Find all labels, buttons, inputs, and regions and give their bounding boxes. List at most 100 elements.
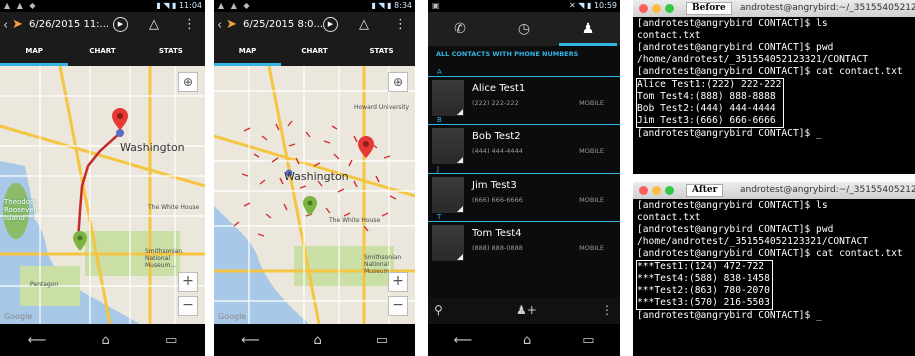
- contact-phone-type: MOBILE: [579, 196, 604, 204]
- status-right: ▮ ◥ ▮ 8:34: [371, 1, 412, 10]
- google-logo: Google: [4, 312, 33, 321]
- more-options-icon[interactable]: ⋮: [601, 303, 613, 317]
- status-time: 8:34: [394, 1, 412, 10]
- contact-row[interactable]: Tom Test4 (888) 888-0888 MOBILE: [428, 222, 620, 264]
- contact-row[interactable]: Bob Test2 (444) 444-4444 MOBILE: [428, 125, 620, 167]
- system-navbar: ⟵ ⌂ ▭: [428, 324, 620, 356]
- tab-phone[interactable]: ✆: [428, 12, 492, 46]
- map-view[interactable]: Washington Theodore Roosevelt Island The…: [0, 66, 205, 324]
- zoom-in-button[interactable]: +: [388, 272, 408, 292]
- notification-icons: ▲ ▲ ◆: [218, 1, 252, 10]
- google-logo: Google: [218, 312, 247, 321]
- after-tag: After: [686, 184, 724, 197]
- status-bar: ▲ ▲ ◆ ▮ ◥ ▮ 11:04: [0, 0, 205, 12]
- recents-nav-icon[interactable]: ▭: [376, 333, 388, 348]
- system-navbar: ⟵ ⌂ ▭: [0, 324, 205, 356]
- search-icon[interactable]: ⚲: [434, 303, 443, 317]
- play-icon[interactable]: ▶: [323, 17, 338, 32]
- tab-stats[interactable]: STATS: [348, 39, 415, 66]
- status-bar: ▣ ✕ ◥ ▮ 10:59: [428, 0, 620, 12]
- terminal-line: contact.txt: [637, 212, 701, 223]
- destination-marker-icon[interactable]: [112, 108, 128, 130]
- action-bar: ‹ ➤ 6/26/2015 11:... ▶ △ ⋮: [0, 12, 205, 39]
- contacts-bottom-bar: ⚲ ♟+ ⋮: [428, 298, 620, 324]
- contact-name: Tom Test4: [472, 228, 522, 239]
- close-window-icon[interactable]: [639, 4, 648, 13]
- contact-row[interactable]: Alice Test1 (222) 222-222 MOBILE: [428, 77, 620, 119]
- zoom-out-button[interactable]: −: [388, 296, 408, 316]
- back-nav-icon[interactable]: ⟵: [241, 333, 260, 348]
- tab-chart[interactable]: CHART: [68, 39, 136, 66]
- home-nav-icon[interactable]: ⌂: [102, 333, 110, 348]
- recents-nav-icon[interactable]: ▭: [165, 333, 177, 348]
- place-label: The White House: [329, 217, 381, 224]
- minimize-window-icon[interactable]: [652, 4, 661, 13]
- back-nav-icon[interactable]: ⟵: [28, 333, 47, 348]
- start-marker-icon[interactable]: [303, 196, 317, 216]
- tab-contacts[interactable]: ♟: [556, 12, 620, 46]
- back-icon[interactable]: ‹: [3, 18, 8, 33]
- tab-map[interactable]: MAP: [0, 39, 69, 66]
- minimize-window-icon[interactable]: [652, 186, 661, 195]
- tab-chart[interactable]: CHART: [281, 39, 348, 66]
- contact-phone: (222) 222-222: [472, 99, 519, 107]
- my-location-icon[interactable]: ⊕: [178, 72, 198, 92]
- contact-name: Jim Test3: [472, 180, 517, 191]
- contact-photo: [432, 225, 464, 261]
- tab-recent[interactable]: ◷: [492, 12, 556, 46]
- contact-phone-type: MOBILE: [579, 99, 604, 107]
- zoom-in-button[interactable]: +: [178, 272, 198, 292]
- place-label: Smithsonian National Museum...: [145, 248, 183, 269]
- recents-nav-icon[interactable]: ▭: [582, 333, 594, 348]
- status-right: ▮ ◥ ▮ 11:04: [156, 1, 202, 10]
- contact-row[interactable]: Jim Test3 (666) 666-6666 MOBILE: [428, 174, 620, 216]
- phone-contacts: ▣ ✕ ◥ ▮ 10:59 ✆ ◷ ♟ ALL CONTACTS WITH PH…: [428, 0, 620, 356]
- map-view[interactable]: Washington Howard University The White H…: [214, 66, 415, 324]
- back-icon[interactable]: ‹: [217, 18, 222, 33]
- my-location-icon[interactable]: ⊕: [388, 72, 408, 92]
- more-options-icon[interactable]: ⋮: [394, 17, 407, 32]
- terminal-after: After androtest@angrybird:~/_35155405212…: [633, 182, 915, 356]
- more-options-icon[interactable]: ⋮: [183, 17, 196, 32]
- home-nav-icon[interactable]: ⌂: [523, 333, 531, 348]
- terminal-output[interactable]: [androtest@angrybird CONTACT]$ ls contac…: [633, 17, 915, 174]
- place-label: The White House: [148, 204, 200, 211]
- terminal-line: /home/androtest/_351554052123321/CONTACT: [637, 236, 869, 247]
- terminal-output[interactable]: [androtest@angrybird CONTACT]$ ls contac…: [633, 199, 915, 356]
- contact-record: Jim Test3:(666) 666-6666: [637, 115, 776, 126]
- contact-record: ***Test1:(124) 472-722: [637, 261, 765, 272]
- start-marker-icon[interactable]: [73, 231, 87, 251]
- tab-bar: MAP CHART STATS: [214, 39, 415, 66]
- zoom-out-button[interactable]: −: [178, 296, 198, 316]
- terminal-line: [androtest@angrybird CONTACT]$ pwd: [637, 224, 834, 235]
- play-icon[interactable]: ▶: [113, 17, 128, 32]
- contact-record: ***Test2:(863) 780-2070: [637, 285, 770, 296]
- phone-icon: ✆: [454, 21, 466, 37]
- drive-icon[interactable]: △: [359, 17, 369, 32]
- phone-map-route: ▲ ▲ ◆ ▮ ◥ ▮ 11:04 ‹ ➤ 6/26/2015 11:... ▶…: [0, 0, 205, 356]
- contact-photo: [432, 177, 464, 213]
- back-nav-icon[interactable]: ⟵: [453, 333, 472, 348]
- maximize-window-icon[interactable]: [665, 186, 674, 195]
- status-time: 10:59: [593, 1, 617, 10]
- place-label: Howard University: [354, 104, 410, 111]
- before-tag: Before: [686, 2, 732, 15]
- section-letter: B: [428, 115, 620, 125]
- maximize-window-icon[interactable]: [665, 4, 674, 13]
- close-window-icon[interactable]: [639, 186, 648, 195]
- window-titlebar: Before androtest@angrybird:~/_3515540521…: [633, 0, 915, 17]
- destination-marker-icon[interactable]: [358, 136, 374, 158]
- tab-stats[interactable]: STATS: [137, 39, 205, 66]
- contact-phone-type: MOBILE: [579, 147, 604, 155]
- terminal-line: [androtest@angrybird CONTACT]$ cat conta…: [637, 66, 903, 77]
- tab-map[interactable]: MAP: [214, 39, 281, 66]
- add-contact-icon[interactable]: ♟+: [516, 303, 537, 317]
- section-letter: T: [428, 212, 620, 222]
- status-right: ✕ ◥ ▮ 10:59: [569, 1, 617, 10]
- terminal-line: [androtest@angrybird CONTACT]$ ls: [637, 200, 828, 211]
- contact-phone-type: MOBILE: [579, 244, 604, 252]
- drive-icon[interactable]: △: [149, 17, 159, 32]
- status-bar: ▲ ▲ ◆ ▮ ◥ ▮ 8:34: [214, 0, 415, 12]
- home-nav-icon[interactable]: ⌂: [314, 333, 322, 348]
- system-navbar: ⟵ ⌂ ▭: [214, 324, 415, 356]
